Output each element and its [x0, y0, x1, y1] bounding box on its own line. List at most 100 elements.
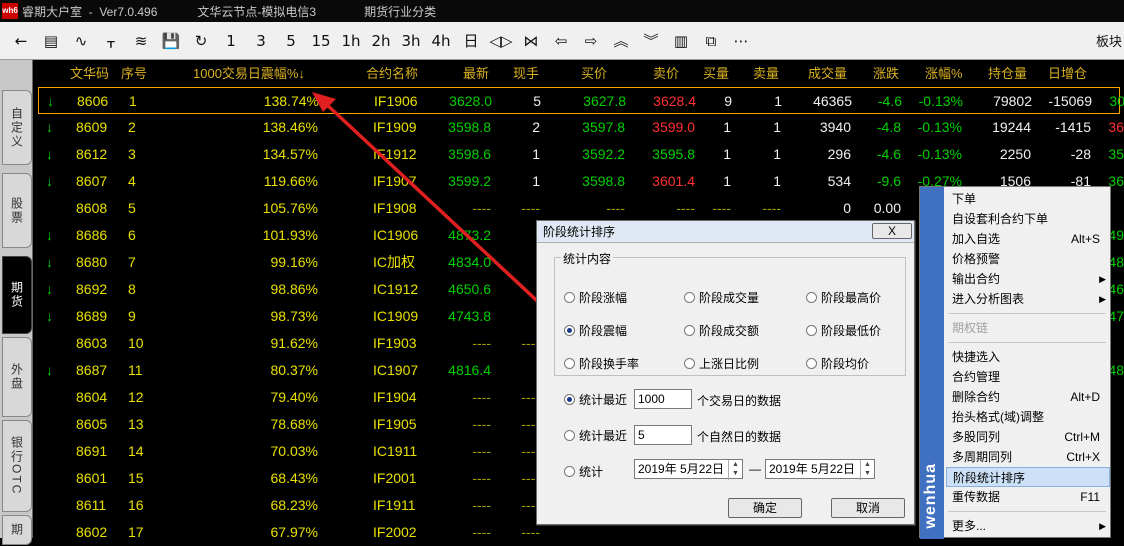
- sidebar-tab-5[interactable]: 期: [2, 515, 32, 545]
- toolbar: ← ▤ ∿ ᚁ ≋ 💾 ↻ 1 3 5 15 1h 2h 3h 4h 日 ◁▷ ⋈ ⇦ ⇨ ︽ ︾ ▥ ⧉ ⋯ 板块: [0, 22, 1124, 60]
- cell-code: 8604: [76, 389, 108, 405]
- dialog-close-button[interactable]: X: [872, 223, 912, 239]
- p1-button[interactable]: 1: [216, 26, 246, 56]
- header-inc[interactable]: 日增仓: [1048, 60, 1087, 87]
- table-row[interactable]: ↓ 8606 1 138.74% IF1906 3628.0 5 3627.8 3628.4 9 1…: [38, 87, 1124, 114]
- menu-item-9[interactable]: 删除合约 Alt+D: [946, 387, 1110, 407]
- cell-bid: 3592.2: [582, 146, 625, 162]
- header-vol_hand[interactable]: 现手: [513, 60, 539, 87]
- cancel-button[interactable]: 取消: [831, 498, 905, 518]
- header-vol[interactable]: 成交量: [808, 60, 847, 87]
- menu-item-11[interactable]: 多股同列 Ctrl+M: [946, 427, 1110, 447]
- prev-button[interactable]: ⇦: [546, 26, 576, 56]
- date-to-picker[interactable]: 2019年 5月22日 ▲ ▼: [765, 459, 875, 480]
- sidebar-tab-2[interactable]: 期货: [2, 256, 32, 334]
- cell-vol: 0: [843, 200, 851, 216]
- table-button[interactable]: ▤: [36, 26, 66, 56]
- cell-last: 4743.8: [448, 308, 491, 324]
- radio-4[interactable]: 阶段成交额: [684, 322, 759, 339]
- cell-code: 8607: [76, 173, 108, 189]
- menu-item-13[interactable]: 阶段统计排序: [946, 467, 1110, 487]
- next-button[interactable]: ⇨: [576, 26, 606, 56]
- header-chg[interactable]: 涨跌: [873, 60, 899, 87]
- kline-button[interactable]: ᚁ: [96, 26, 126, 56]
- header-last[interactable]: 最新: [463, 60, 489, 87]
- sector-button[interactable]: 板块: [1096, 31, 1122, 50]
- menu-item-4[interactable]: 输出合约 ▶: [946, 269, 1110, 289]
- cell-name: IF1911: [373, 497, 416, 513]
- sidebar-tab-4[interactable]: 银行OTC: [2, 420, 32, 512]
- day-button[interactable]: 日: [456, 26, 486, 56]
- recent-natural-input[interactable]: 5: [634, 425, 692, 445]
- radio-1[interactable]: 阶段成交量: [684, 289, 759, 306]
- menu-item-8[interactable]: 合约管理: [946, 367, 1110, 387]
- menu-item-5[interactable]: 进入分析图表 ▶: [946, 289, 1110, 309]
- cell-last: ----: [472, 443, 491, 459]
- radio-3[interactable]: 阶段震幅: [564, 322, 627, 339]
- menu-item-12[interactable]: 多周期同列 Ctrl+X: [946, 447, 1110, 467]
- radio-7[interactable]: 上涨日比例: [684, 355, 759, 372]
- header-ask[interactable]: 卖价: [653, 60, 679, 87]
- header-bid[interactable]: 买价: [581, 60, 607, 87]
- header-seq[interactable]: 序号: [121, 60, 147, 87]
- radio-0[interactable]: 阶段涨幅: [564, 289, 627, 306]
- p4h-button[interactable]: 4h: [426, 26, 456, 56]
- p15-button[interactable]: 15: [306, 26, 336, 56]
- menu-item-15[interactable]: 更多... ▶: [946, 516, 1110, 536]
- table-row[interactable]: ↓ 8612 3 134.57% IF1912 3598.6 1 3592.2 3595.8 1 1…: [33, 141, 1124, 168]
- refresh-button[interactable]: ↻: [186, 26, 216, 56]
- header-oi[interactable]: 持仓量: [988, 60, 1027, 87]
- line-button[interactable]: ∿: [66, 26, 96, 56]
- p3-button[interactable]: 3: [246, 26, 276, 56]
- header-amp[interactable]: 1000交易日震幅%↓: [193, 60, 305, 87]
- back-button[interactable]: ←: [6, 26, 36, 56]
- header-bidq[interactable]: 买量: [703, 60, 729, 87]
- spin-icon[interactable]: ▲ ▼: [728, 460, 742, 480]
- sidebar-tab-3[interactable]: 外盘: [2, 337, 32, 417]
- menu-item-0[interactable]: 下单: [946, 189, 1110, 209]
- header-askq[interactable]: 卖量: [753, 60, 779, 87]
- date-from-picker[interactable]: 2019年 5月22日 ▲ ▼: [634, 459, 743, 480]
- radio-date-range[interactable]: 统计: [564, 463, 603, 480]
- menu-item-10[interactable]: 抬头格式(域)调整: [946, 407, 1110, 427]
- menu-item-14[interactable]: 重传数据 F11: [946, 487, 1110, 507]
- header-code[interactable]: 文华码: [70, 60, 109, 87]
- menu-item-label: 加入自选: [952, 232, 1001, 246]
- ok-button[interactable]: 确定: [728, 498, 802, 518]
- sidebar-tab-0[interactable]: 自定义: [2, 90, 32, 165]
- radio-8[interactable]: 阶段均价: [806, 355, 869, 372]
- window-button[interactable]: ⧉: [696, 26, 726, 56]
- p5-button[interactable]: 5: [276, 26, 306, 56]
- cell-seq: 13: [128, 416, 144, 432]
- up-button[interactable]: ︽: [606, 26, 636, 56]
- p3h-button[interactable]: 3h: [396, 26, 426, 56]
- table-row[interactable]: ↓ 8609 2 138.46% IF1909 3598.8 2 3597.8 3599.0 1 1…: [33, 114, 1124, 141]
- layout-button[interactable]: ▥: [666, 26, 696, 56]
- radio-recent-natural[interactable]: 统计最近: [564, 427, 627, 444]
- spin-icon[interactable]: ▲ ▼: [860, 460, 874, 480]
- cell-seq: 15: [128, 470, 144, 486]
- tick-button[interactable]: ≋: [126, 26, 156, 56]
- cross-button[interactable]: ⋈: [516, 26, 546, 56]
- save-button[interactable]: 💾: [156, 26, 186, 56]
- header-name[interactable]: 合约名称: [366, 60, 418, 87]
- radio-6[interactable]: 阶段换手率: [564, 355, 639, 372]
- cell-seq: 7: [128, 254, 136, 270]
- radio-recent-trade[interactable]: 统计最近: [564, 391, 627, 408]
- menu-item-1[interactable]: 自设套利合约下单: [946, 209, 1110, 229]
- recent-trade-input[interactable]: 1000: [634, 389, 692, 409]
- radio-5[interactable]: 阶段最低价: [806, 322, 881, 339]
- zoom-button[interactable]: ◁▷: [486, 26, 516, 56]
- sidebar-tab-1[interactable]: 股票: [2, 173, 32, 248]
- p2h-button[interactable]: 2h: [366, 26, 396, 56]
- category-title: 期货行业分类: [364, 4, 437, 19]
- more-button[interactable]: ⋯: [726, 26, 756, 56]
- cell-last: 3599.2: [448, 173, 491, 189]
- menu-item-7[interactable]: 快捷选入: [946, 347, 1110, 367]
- radio-2[interactable]: 阶段最高价: [806, 289, 881, 306]
- menu-item-2[interactable]: 加入自选 Alt+S: [946, 229, 1110, 249]
- down-button[interactable]: ︾: [636, 26, 666, 56]
- p1h-button[interactable]: 1h: [336, 26, 366, 56]
- menu-item-3[interactable]: 价格预警: [946, 249, 1110, 269]
- header-pct[interactable]: 涨幅%: [925, 60, 963, 87]
